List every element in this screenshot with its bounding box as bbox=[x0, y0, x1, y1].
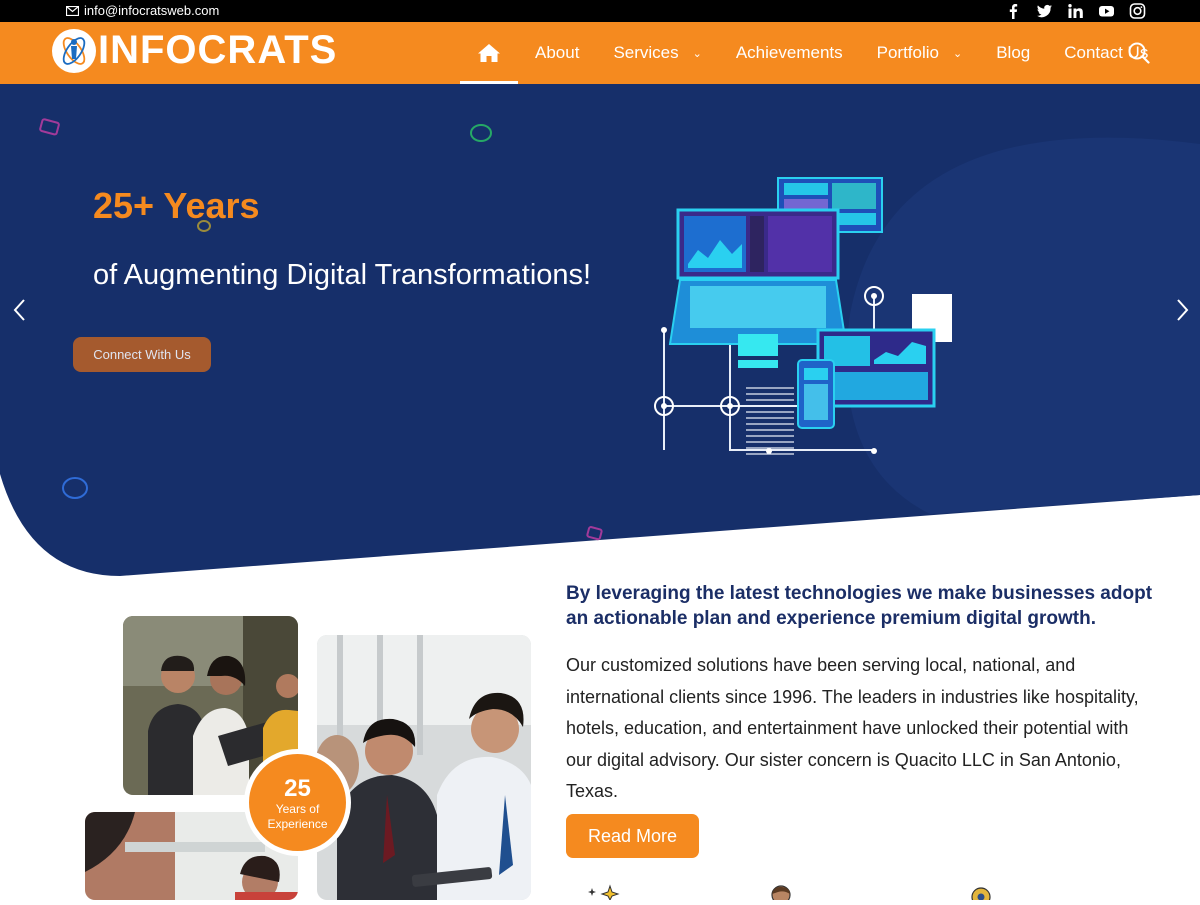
email-text: info@infocratsweb.com bbox=[84, 3, 220, 18]
sparkle-icon bbox=[586, 884, 620, 902]
nav-home[interactable] bbox=[460, 22, 518, 84]
nav-portfolio[interactable]: Portfolio ⌄ bbox=[860, 22, 980, 84]
hero-title: 25+ Years bbox=[93, 185, 260, 226]
person-icon bbox=[770, 884, 794, 905]
nav-about[interactable]: About bbox=[518, 22, 596, 84]
nav-achievements[interactable]: Achievements bbox=[719, 22, 860, 84]
nav-services[interactable]: Services ⌄ bbox=[596, 22, 718, 84]
badge-text: Years of Experience bbox=[267, 802, 328, 831]
logo-text: INFOCRATS bbox=[98, 28, 338, 72]
hero-background bbox=[0, 84, 1200, 576]
top-bar: info@infocratsweb.com bbox=[0, 0, 1200, 22]
slider-prev-icon[interactable] bbox=[10, 294, 30, 326]
logo-emblem-icon bbox=[52, 28, 96, 73]
twitter-icon[interactable] bbox=[1036, 3, 1053, 19]
experience-badge: 25 Years of Experience bbox=[249, 754, 346, 851]
nav-menu: About Services ⌄ Achievements Portfolio ⌄ … bbox=[460, 22, 1165, 84]
gear-icon bbox=[968, 884, 992, 905]
nav-about-label: About bbox=[535, 43, 580, 62]
nav-blog-label: Blog bbox=[996, 43, 1031, 62]
nav-portfolio-label: Portfolio bbox=[876, 43, 939, 62]
facebook-icon[interactable] bbox=[1005, 3, 1022, 19]
about-body-text: Our customized solutions have been servi… bbox=[566, 655, 1139, 801]
connect-button[interactable]: Connect With Us bbox=[73, 337, 211, 372]
devices-illustration bbox=[654, 177, 952, 455]
chevron-down-icon: ⌄ bbox=[953, 47, 963, 60]
hero-slider: 25+ Years of Augmenting Digital Transfor… bbox=[0, 84, 1200, 580]
nav-blog[interactable]: Blog bbox=[979, 22, 1047, 84]
nav-services-label: Services bbox=[613, 43, 679, 62]
chevron-down-icon: ⌄ bbox=[692, 47, 702, 60]
hero-subtitle: of Augmenting Digital Transformations! bbox=[93, 259, 592, 291]
instagram-icon[interactable] bbox=[1129, 3, 1146, 19]
main-navbar: INFOCRATS About Services ⌄ Achievements P… bbox=[0, 22, 1200, 84]
social-links bbox=[1005, 3, 1146, 19]
read-more-button[interactable]: Read More bbox=[566, 814, 699, 858]
home-icon bbox=[478, 44, 500, 62]
envelope-icon bbox=[66, 5, 79, 16]
linkedin-icon[interactable] bbox=[1067, 3, 1084, 19]
about-lead-text: By leveraging the latest technologies we… bbox=[566, 583, 1153, 629]
youtube-icon[interactable] bbox=[1098, 3, 1115, 19]
team-photo-2 bbox=[317, 635, 531, 900]
search-icon[interactable] bbox=[1128, 42, 1150, 64]
nav-achievements-label: Achievements bbox=[735, 43, 843, 62]
site-logo[interactable]: INFOCRATS bbox=[52, 28, 337, 73]
email-link[interactable]: info@infocratsweb.com bbox=[66, 3, 219, 18]
slider-next-icon[interactable] bbox=[1172, 294, 1192, 326]
badge-number: 25 bbox=[284, 775, 311, 802]
